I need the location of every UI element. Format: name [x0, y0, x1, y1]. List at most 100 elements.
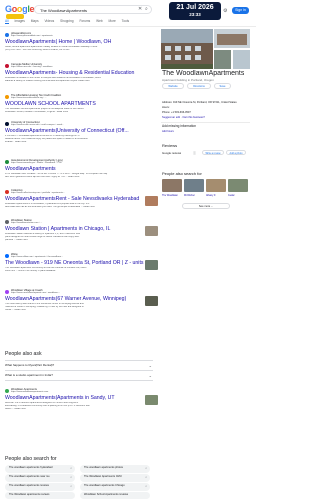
result-snippet: The three-storey steel frame of the rein…	[5, 303, 84, 311]
result-url[interactable]: https://www.coachdevelopment.com › woodl…	[11, 292, 60, 295]
result-snippet: 4 Jul 2026 — WoodlawnApartments consist …	[5, 135, 88, 143]
see-more-button[interactable]: See more ⌄	[182, 203, 230, 209]
result-title[interactable]: WoodlawnApartments- Housing & Residentia…	[5, 70, 134, 76]
result-snippet: 1705 Woodlawn Ave. Located · 16.38 BR. P…	[5, 173, 108, 178]
result-url[interactable]: https://www.ptliveanddoit.com › apartmen…	[11, 35, 53, 38]
paa-question[interactable]: What happens to Ryan(Part Rental)? ⌄	[5, 360, 153, 370]
result-title[interactable]: WoodlawnApartmentsRent - Sale Nevsdivaek…	[5, 196, 139, 202]
related-place-name[interactable]: Albany 9	[206, 194, 226, 197]
related-place-image[interactable]	[228, 179, 248, 192]
tab-tools[interactable]: Tools	[122, 19, 129, 23]
search-icon: ⌕	[145, 484, 147, 488]
header-divider	[0, 26, 256, 27]
result-title[interactable]: WoodlawnApartments(67 Warner Avenue, Win…	[5, 296, 126, 302]
result-title[interactable]: WOODLAWN SCHOOL APARTMENTS	[5, 101, 96, 107]
result-url[interactable]: https://www.taxcreditcoalition.org › ...	[11, 97, 47, 100]
tab-web[interactable]: Web	[96, 19, 103, 23]
add-missing-info: Add missing information	[162, 124, 197, 128]
clock-time: 23:33	[189, 12, 201, 17]
related-search-chip[interactable]: The woodlawn apartments near me ⌕	[5, 474, 75, 482]
result-title[interactable]: Woodlawn Station | Apartments in Chicago…	[5, 226, 110, 232]
search-icon: ⌕	[70, 475, 72, 479]
related-search-chip[interactable]: The woodlawn apartments photos ⌕	[80, 465, 150, 473]
search-icon: ⌕	[145, 475, 147, 479]
result-thumbnail[interactable]	[145, 395, 158, 405]
write-review-button[interactable]: Write a review	[202, 150, 224, 155]
website-button[interactable]: Website	[162, 83, 184, 89]
related-search-chip[interactable]: The woodlawn apartments hyderabad ⌕	[5, 465, 75, 473]
result-url[interactable]: https://www.iowaeda.gov › Media › Woodla…	[11, 162, 62, 165]
tab-shopping[interactable]: Shopping	[60, 19, 73, 23]
result-thumbnail[interactable]	[145, 260, 158, 270]
add-photo-button[interactable]: Add a photo	[226, 150, 246, 155]
kp-pas-heading: People also search for	[162, 171, 202, 176]
related-search-chip[interactable]: The woodlawn apartments reviews ⌕	[5, 483, 75, 491]
result-snippet: The Woodlawn apartment community at 919 …	[5, 267, 87, 272]
info-icon[interactable]: ⓘ	[193, 151, 196, 155]
kp-hours: Hours:	[162, 106, 170, 109]
directions-button[interactable]: Directions	[187, 83, 211, 89]
result-title[interactable]: WoodlawnApartments|University of Connect…	[5, 128, 129, 134]
search-icon[interactable]: ⌕	[145, 6, 148, 12]
clock-date: 21 Jul 2026	[176, 4, 214, 11]
result-title[interactable]: WoodlawnApartments| Home | Woodlawn, OH	[5, 39, 111, 45]
paa-question[interactable]: What is a studio apartment in India? ⌄	[5, 370, 153, 381]
result-thumbnail[interactable]	[145, 196, 158, 206]
result-snippet: Woodlawn is located on the corner of cam…	[5, 77, 102, 82]
result-title[interactable]: The Woodlawn - 919 NE Oneonta St, Portla…	[5, 260, 144, 266]
result-url[interactable]: https://www.collectivestay.com › portfol…	[11, 192, 65, 195]
site-favicon	[5, 64, 9, 68]
result-url[interactable]: https://www.woodlawnapartments.com	[11, 391, 48, 394]
chevron-down-icon: ⌄	[148, 363, 152, 368]
building-photo	[161, 29, 250, 69]
tab-all[interactable]: All	[5, 19, 9, 24]
site-favicon	[5, 33, 9, 37]
google-logo[interactable]: Google	[5, 4, 35, 14]
search-input[interactable]: The WoodlawnApartments	[34, 5, 152, 14]
kp-address: Address: 919 NE Oneonta St, Portland, OR…	[162, 101, 237, 104]
gear-icon[interactable]: ⚙	[223, 8, 227, 14]
result-title[interactable]: WoodlawnApartments	[5, 166, 56, 172]
related-place-name[interactable]: The Woodlawn	[162, 194, 182, 197]
tab-maps[interactable]: Maps	[31, 19, 39, 23]
site-favicon	[5, 254, 9, 258]
related-search-chip[interactable]: The Woodlawn Apartments CMU ⌕	[80, 474, 150, 482]
save-button[interactable]: Save	[214, 83, 231, 89]
search-icon: ⌕	[70, 466, 72, 470]
suggest-edit-link[interactable]: Suggest an edit · Own this business?	[162, 116, 205, 119]
tab-more[interactable]: More	[109, 19, 116, 23]
result-url[interactable]: https://woodlawnstation.com › ...	[11, 222, 42, 225]
result-snippet: Discover 1 & 2 bedroom apartments design…	[5, 402, 90, 410]
sign-in-button[interactable]: Sign in	[232, 7, 249, 14]
result-thumbnail[interactable]	[145, 226, 158, 236]
related-place-image[interactable]	[162, 179, 182, 192]
related-place-name[interactable]: Mt Ditcher	[184, 194, 204, 197]
site-favicon	[5, 160, 9, 164]
result-thumbnail[interactable]	[145, 296, 158, 306]
related-search-chip[interactable]: Woodlawn School Apartments reviews	[80, 492, 150, 499]
related-search-chip[interactable]: The woodlawn apartments Chicago ⌕	[80, 483, 150, 491]
pas-heading: People also search for	[5, 456, 57, 462]
related-search-chip[interactable]: The Woodlawn apartments reviews	[5, 492, 75, 499]
search-icon: ⌕	[70, 484, 72, 488]
tab-images[interactable]: Images	[14, 19, 24, 23]
tab-forums[interactable]: Forums	[79, 19, 90, 23]
related-place-image[interactable]	[206, 179, 226, 192]
result-snippet: The Woodlawn School Apartments project i…	[5, 108, 84, 113]
result-url[interactable]: https://www.zillow.com › apartments › th…	[11, 256, 63, 259]
kp-image-gallery[interactable]	[161, 29, 250, 69]
related-place-name[interactable]: Cedar	[228, 194, 248, 197]
kp-title: The WoodlawnApartments	[162, 70, 245, 77]
result-title[interactable]: WoodlawnApartments|Apartments in Sandy, …	[5, 395, 115, 401]
search-tabs: All Images Maps Videos Shopping Forums W…	[5, 19, 134, 25]
result-url[interactable]: https://www.cmu.edu › housing › woodlawn	[11, 66, 52, 69]
chevron-down-icon: ⌄	[210, 205, 214, 208]
related-place-image[interactable]	[184, 179, 204, 192]
add-hours-link[interactable]: Add hours	[162, 130, 174, 133]
site-favicon	[5, 290, 9, 294]
result-url[interactable]: https://www.reslife.uconn.edu › north-ca…	[11, 124, 64, 127]
site-favicon	[5, 220, 9, 224]
google-reviews-label: Google reviews	[162, 151, 182, 155]
tab-videos[interactable]: Videos	[44, 19, 54, 23]
close-icon[interactable]: ✕	[138, 6, 142, 12]
